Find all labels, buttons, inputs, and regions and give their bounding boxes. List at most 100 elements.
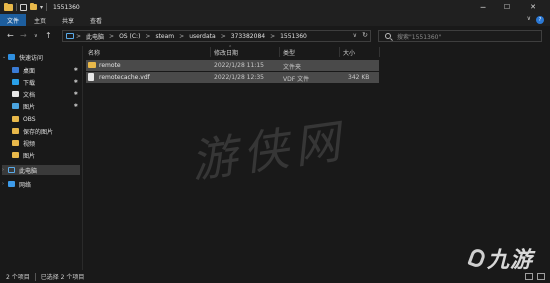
refresh-button[interactable]: ↻ <box>362 31 368 39</box>
search-placeholder: 搜索"1551360" <box>397 33 442 41</box>
sidebar-item-label: 文档 <box>23 91 36 99</box>
breadcrumb-current[interactable]: 1551360 <box>280 33 307 40</box>
column-header-type[interactable]: 类型 <box>283 48 295 57</box>
details-view-icon[interactable] <box>525 273 533 280</box>
folder-icon <box>12 116 19 122</box>
minimize-button[interactable]: ─ <box>472 0 494 14</box>
file-row-remotecache[interactable]: remotecache.vdf 2022/1/28 12:35 VDF 文件 3… <box>86 72 379 83</box>
properties-icon[interactable] <box>20 3 27 11</box>
search-icon <box>385 33 391 39</box>
download-icon <box>12 79 19 85</box>
column-header-name[interactable]: 名称 <box>88 48 100 57</box>
desktop-icon <box>12 67 19 73</box>
status-divider <box>34 272 36 281</box>
breadcrumb-separator: > <box>179 32 185 40</box>
maximize-button[interactable]: ☐ <box>496 0 518 14</box>
tab-file[interactable]: 文件 <box>0 14 27 26</box>
sidebar-item-label: OBS <box>23 115 36 123</box>
file-modified: 2022/1/28 11:15 <box>214 62 264 69</box>
pictures-icon <box>12 103 19 109</box>
sidebar-item-label: 网络 <box>19 181 32 189</box>
quick-access-toolbar: ▾ <box>0 2 48 11</box>
sidebar-item-label: 下载 <box>23 79 36 87</box>
column-divider[interactable] <box>379 47 380 57</box>
pane-divider[interactable] <box>82 46 83 270</box>
window-title: 1551360 <box>53 3 80 11</box>
tab-home[interactable]: 主页 <box>26 14 54 26</box>
file-modified: 2022/1/28 12:35 <box>214 74 264 81</box>
column-divider[interactable] <box>279 47 280 57</box>
folder-icon <box>88 62 96 68</box>
chevron-down-icon[interactable]: ⌄ <box>2 54 6 60</box>
star-icon <box>8 54 15 60</box>
breadcrumb-this-pc[interactable]: 此电脑 <box>86 32 104 41</box>
customize-toolbar-icon[interactable]: ▾ <box>40 4 43 11</box>
file-type: 文件夹 <box>283 64 302 71</box>
pin-icon: ✱ <box>73 91 78 97</box>
column-divider[interactable] <box>339 47 340 57</box>
file-name: remotecache.vdf <box>99 74 150 81</box>
status-bar: 2 个项目 已选择 2 个项目 <box>0 270 550 283</box>
file-row-remote[interactable]: remote 2022/1/28 11:15 文件夹 <box>86 60 379 71</box>
folder-icon <box>12 140 19 146</box>
navigation-bar: ← → ∨ ↑ > 此电脑 > OS (C:) > steam > userda… <box>0 26 550 46</box>
breadcrumb-userdata[interactable]: userdata <box>189 33 216 40</box>
folder-icon <box>12 152 19 158</box>
tab-share[interactable]: 共享 <box>54 14 82 26</box>
sidebar-item-videos[interactable]: 视频 <box>12 138 78 148</box>
sidebar-item-label: 保存的图片 <box>23 128 54 136</box>
sidebar-item-desktop[interactable]: 桌面 ✱ <box>12 65 78 75</box>
computer-icon <box>8 167 15 173</box>
sidebar-item-saved-pictures[interactable]: 保存的图片 <box>12 126 78 136</box>
pin-icon: ✱ <box>73 103 78 109</box>
breadcrumb-separator: > <box>76 32 82 40</box>
file-icon <box>88 73 94 81</box>
forward-button[interactable]: → <box>20 31 27 41</box>
breadcrumb-drive[interactable]: OS (C:) <box>119 33 140 40</box>
search-box[interactable]: 搜索"1551360" <box>378 30 542 42</box>
logo-mark-icon <box>467 247 487 269</box>
chevron-right-icon[interactable]: › <box>2 181 6 187</box>
sidebar-item-this-pc[interactable]: › 此电脑 <box>2 165 80 175</box>
sidebar-item-pictures[interactable]: 图片 ✱ <box>12 101 78 111</box>
address-bar[interactable]: > 此电脑 > OS (C:) > steam > userdata > 373… <box>62 30 371 42</box>
recent-locations-button[interactable]: ∨ <box>34 31 38 41</box>
column-divider[interactable] <box>210 47 211 57</box>
sidebar-item-obs[interactable]: OBS <box>12 114 78 124</box>
breadcrumb-separator: > <box>109 32 115 40</box>
large-icons-view-icon[interactable] <box>537 273 545 280</box>
tab-view[interactable]: 查看 <box>82 14 110 26</box>
address-dropdown-icon[interactable]: ∨ <box>353 32 357 39</box>
sidebar-item-documents[interactable]: 文档 ✱ <box>12 89 78 99</box>
sidebar-item-label: 此电脑 <box>19 167 38 175</box>
sidebar-item-quick-access[interactable]: ⌄ 快速访问 <box>2 52 76 62</box>
breadcrumb-separator: > <box>270 32 276 40</box>
chevron-right-icon[interactable]: › <box>2 167 6 173</box>
column-header-modified[interactable]: 修改日期 <box>214 48 238 57</box>
breadcrumb-steam[interactable]: steam <box>155 33 174 40</box>
status-selected: 已选择 2 个项目 <box>40 274 85 281</box>
network-icon <box>8 181 15 187</box>
help-icon[interactable]: ? <box>536 16 544 24</box>
sidebar-item-pictures-folder[interactable]: 图片 <box>12 150 78 160</box>
watermark: 游侠网 <box>187 113 350 189</box>
breadcrumb-user-id[interactable]: 373382084 <box>231 33 265 40</box>
document-icon <box>12 91 19 97</box>
file-size: 342 KB <box>348 74 370 81</box>
sidebar-item-downloads[interactable]: 下载 ✱ <box>12 77 78 87</box>
computer-icon <box>66 33 74 39</box>
toolbar-divider <box>46 3 48 11</box>
sidebar-item-label: 桌面 <box>23 67 36 75</box>
sidebar-item-label: 图片 <box>23 103 36 111</box>
close-button[interactable]: ✕ <box>522 0 544 14</box>
status-item-count: 2 个项目 <box>6 274 30 281</box>
column-header-size[interactable]: 大小 <box>343 48 355 57</box>
up-button[interactable]: ↑ <box>45 31 52 41</box>
breadcrumb-separator: > <box>220 32 226 40</box>
new-folder-icon[interactable] <box>30 3 37 10</box>
navigation-pane: ⌄ 快速访问 桌面 ✱ 下载 ✱ 文档 ✱ 图片 ✱ OBS 保存的图片 视频 … <box>0 46 82 270</box>
sidebar-item-network[interactable]: › 网络 <box>2 179 76 189</box>
expand-ribbon-icon[interactable]: ∨ <box>527 15 531 22</box>
sidebar-item-label: 视频 <box>23 140 36 148</box>
back-button[interactable]: ← <box>7 31 14 41</box>
